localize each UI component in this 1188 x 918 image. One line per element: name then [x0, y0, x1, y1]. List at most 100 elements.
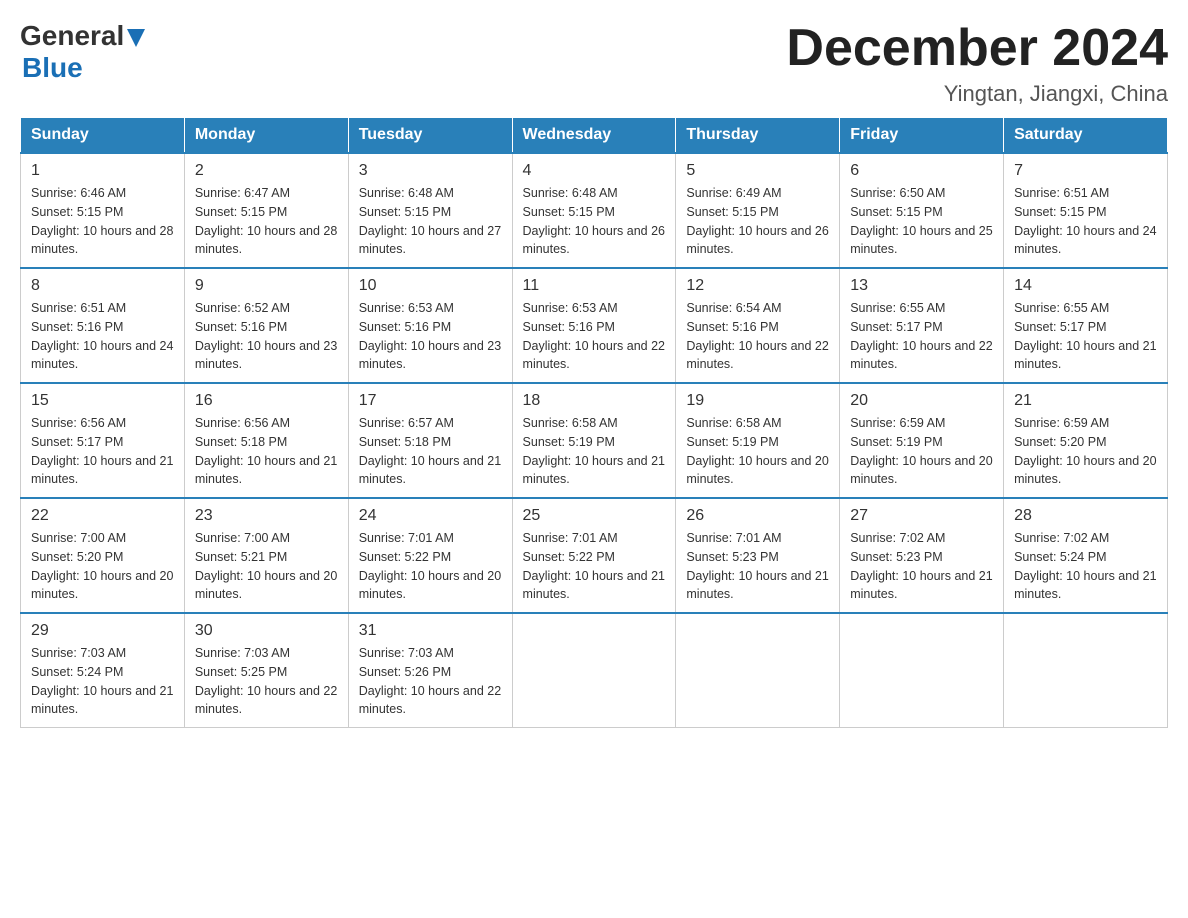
- calendar-cell: 13 Sunrise: 6:55 AM Sunset: 5:17 PM Dayl…: [840, 268, 1004, 383]
- day-number: 17: [359, 392, 502, 410]
- calendar-cell: 12 Sunrise: 6:54 AM Sunset: 5:16 PM Dayl…: [676, 268, 840, 383]
- day-info: Sunrise: 7:00 AM Sunset: 5:20 PM Dayligh…: [31, 529, 174, 604]
- calendar-cell: 21 Sunrise: 6:59 AM Sunset: 5:20 PM Dayl…: [1004, 383, 1168, 498]
- calendar-cell: 15 Sunrise: 6:56 AM Sunset: 5:17 PM Dayl…: [21, 383, 185, 498]
- calendar-cell: 25 Sunrise: 7:01 AM Sunset: 5:22 PM Dayl…: [512, 498, 676, 613]
- day-info: Sunrise: 6:57 AM Sunset: 5:18 PM Dayligh…: [359, 414, 502, 489]
- day-number: 30: [195, 622, 338, 640]
- calendar-cell: 23 Sunrise: 7:00 AM Sunset: 5:21 PM Dayl…: [184, 498, 348, 613]
- day-info: Sunrise: 6:56 AM Sunset: 5:18 PM Dayligh…: [195, 414, 338, 489]
- day-number: 11: [523, 277, 666, 295]
- day-info: Sunrise: 6:51 AM Sunset: 5:16 PM Dayligh…: [31, 299, 174, 374]
- calendar-cell: 14 Sunrise: 6:55 AM Sunset: 5:17 PM Dayl…: [1004, 268, 1168, 383]
- logo-arrow-icon: [127, 29, 145, 47]
- calendar-cell: 24 Sunrise: 7:01 AM Sunset: 5:22 PM Dayl…: [348, 498, 512, 613]
- day-number: 19: [686, 392, 829, 410]
- day-info: Sunrise: 6:59 AM Sunset: 5:20 PM Dayligh…: [1014, 414, 1157, 489]
- day-number: 16: [195, 392, 338, 410]
- day-info: Sunrise: 7:03 AM Sunset: 5:25 PM Dayligh…: [195, 644, 338, 719]
- calendar-cell: 22 Sunrise: 7:00 AM Sunset: 5:20 PM Dayl…: [21, 498, 185, 613]
- calendar-cell: 17 Sunrise: 6:57 AM Sunset: 5:18 PM Dayl…: [348, 383, 512, 498]
- day-number: 7: [1014, 162, 1157, 180]
- day-info: Sunrise: 7:00 AM Sunset: 5:21 PM Dayligh…: [195, 529, 338, 604]
- calendar-cell: [1004, 613, 1168, 728]
- day-number: 29: [31, 622, 174, 640]
- calendar-cell: [512, 613, 676, 728]
- day-number: 10: [359, 277, 502, 295]
- calendar-week-row: 1 Sunrise: 6:46 AM Sunset: 5:15 PM Dayli…: [21, 153, 1168, 268]
- logo-blue-text: Blue: [22, 52, 145, 84]
- day-info: Sunrise: 6:55 AM Sunset: 5:17 PM Dayligh…: [850, 299, 993, 374]
- day-number: 1: [31, 162, 174, 180]
- day-info: Sunrise: 6:46 AM Sunset: 5:15 PM Dayligh…: [31, 184, 174, 259]
- day-number: 25: [523, 507, 666, 525]
- calendar-cell: 16 Sunrise: 6:56 AM Sunset: 5:18 PM Dayl…: [184, 383, 348, 498]
- weekday-header-tuesday: Tuesday: [348, 118, 512, 154]
- calendar-cell: 4 Sunrise: 6:48 AM Sunset: 5:15 PM Dayli…: [512, 153, 676, 268]
- day-info: Sunrise: 6:47 AM Sunset: 5:15 PM Dayligh…: [195, 184, 338, 259]
- calendar-cell: 8 Sunrise: 6:51 AM Sunset: 5:16 PM Dayli…: [21, 268, 185, 383]
- day-info: Sunrise: 6:53 AM Sunset: 5:16 PM Dayligh…: [523, 299, 666, 374]
- day-number: 13: [850, 277, 993, 295]
- day-number: 27: [850, 507, 993, 525]
- day-number: 5: [686, 162, 829, 180]
- day-number: 20: [850, 392, 993, 410]
- day-number: 2: [195, 162, 338, 180]
- day-info: Sunrise: 6:58 AM Sunset: 5:19 PM Dayligh…: [686, 414, 829, 489]
- calendar-week-row: 29 Sunrise: 7:03 AM Sunset: 5:24 PM Dayl…: [21, 613, 1168, 728]
- month-title: December 2024: [786, 20, 1168, 77]
- calendar-cell: [840, 613, 1004, 728]
- calendar-cell: 10 Sunrise: 6:53 AM Sunset: 5:16 PM Dayl…: [348, 268, 512, 383]
- calendar-cell: 27 Sunrise: 7:02 AM Sunset: 5:23 PM Dayl…: [840, 498, 1004, 613]
- calendar-cell: 28 Sunrise: 7:02 AM Sunset: 5:24 PM Dayl…: [1004, 498, 1168, 613]
- calendar-cell: 7 Sunrise: 6:51 AM Sunset: 5:15 PM Dayli…: [1004, 153, 1168, 268]
- day-number: 23: [195, 507, 338, 525]
- day-number: 9: [195, 277, 338, 295]
- day-number: 21: [1014, 392, 1157, 410]
- calendar-cell: 18 Sunrise: 6:58 AM Sunset: 5:19 PM Dayl…: [512, 383, 676, 498]
- day-info: Sunrise: 7:03 AM Sunset: 5:26 PM Dayligh…: [359, 644, 502, 719]
- calendar-cell: 26 Sunrise: 7:01 AM Sunset: 5:23 PM Dayl…: [676, 498, 840, 613]
- weekday-header-saturday: Saturday: [1004, 118, 1168, 154]
- calendar-cell: 5 Sunrise: 6:49 AM Sunset: 5:15 PM Dayli…: [676, 153, 840, 268]
- calendar-cell: 19 Sunrise: 6:58 AM Sunset: 5:19 PM Dayl…: [676, 383, 840, 498]
- calendar-header-row: SundayMondayTuesdayWednesdayThursdayFrid…: [21, 118, 1168, 154]
- weekday-header-sunday: Sunday: [21, 118, 185, 154]
- location-subtitle: Yingtan, Jiangxi, China: [786, 81, 1168, 107]
- calendar-week-row: 15 Sunrise: 6:56 AM Sunset: 5:17 PM Dayl…: [21, 383, 1168, 498]
- day-info: Sunrise: 6:48 AM Sunset: 5:15 PM Dayligh…: [523, 184, 666, 259]
- weekday-header-monday: Monday: [184, 118, 348, 154]
- calendar-cell: 20 Sunrise: 6:59 AM Sunset: 5:19 PM Dayl…: [840, 383, 1004, 498]
- day-info: Sunrise: 7:01 AM Sunset: 5:22 PM Dayligh…: [523, 529, 666, 604]
- day-number: 6: [850, 162, 993, 180]
- calendar-cell: [676, 613, 840, 728]
- day-info: Sunrise: 6:59 AM Sunset: 5:19 PM Dayligh…: [850, 414, 993, 489]
- day-number: 3: [359, 162, 502, 180]
- day-number: 8: [31, 277, 174, 295]
- day-info: Sunrise: 6:48 AM Sunset: 5:15 PM Dayligh…: [359, 184, 502, 259]
- day-info: Sunrise: 7:02 AM Sunset: 5:23 PM Dayligh…: [850, 529, 993, 604]
- day-number: 15: [31, 392, 174, 410]
- day-info: Sunrise: 6:53 AM Sunset: 5:16 PM Dayligh…: [359, 299, 502, 374]
- calendar-table: SundayMondayTuesdayWednesdayThursdayFrid…: [20, 117, 1168, 728]
- calendar-cell: 1 Sunrise: 6:46 AM Sunset: 5:15 PM Dayli…: [21, 153, 185, 268]
- day-number: 31: [359, 622, 502, 640]
- calendar-cell: 29 Sunrise: 7:03 AM Sunset: 5:24 PM Dayl…: [21, 613, 185, 728]
- day-info: Sunrise: 7:01 AM Sunset: 5:23 PM Dayligh…: [686, 529, 829, 604]
- day-info: Sunrise: 6:54 AM Sunset: 5:16 PM Dayligh…: [686, 299, 829, 374]
- day-info: Sunrise: 7:02 AM Sunset: 5:24 PM Dayligh…: [1014, 529, 1157, 604]
- day-info: Sunrise: 6:51 AM Sunset: 5:15 PM Dayligh…: [1014, 184, 1157, 259]
- day-info: Sunrise: 6:52 AM Sunset: 5:16 PM Dayligh…: [195, 299, 338, 374]
- day-info: Sunrise: 7:01 AM Sunset: 5:22 PM Dayligh…: [359, 529, 502, 604]
- weekday-header-thursday: Thursday: [676, 118, 840, 154]
- day-info: Sunrise: 6:55 AM Sunset: 5:17 PM Dayligh…: [1014, 299, 1157, 374]
- title-area: December 2024 Yingtan, Jiangxi, China: [786, 20, 1168, 107]
- day-number: 14: [1014, 277, 1157, 295]
- weekday-header-friday: Friday: [840, 118, 1004, 154]
- logo-general-text: General: [20, 20, 124, 52]
- calendar-cell: 30 Sunrise: 7:03 AM Sunset: 5:25 PM Dayl…: [184, 613, 348, 728]
- day-info: Sunrise: 6:58 AM Sunset: 5:19 PM Dayligh…: [523, 414, 666, 489]
- calendar-cell: 3 Sunrise: 6:48 AM Sunset: 5:15 PM Dayli…: [348, 153, 512, 268]
- page-header: General Blue December 2024 Yingtan, Jian…: [20, 20, 1168, 107]
- day-info: Sunrise: 6:56 AM Sunset: 5:17 PM Dayligh…: [31, 414, 174, 489]
